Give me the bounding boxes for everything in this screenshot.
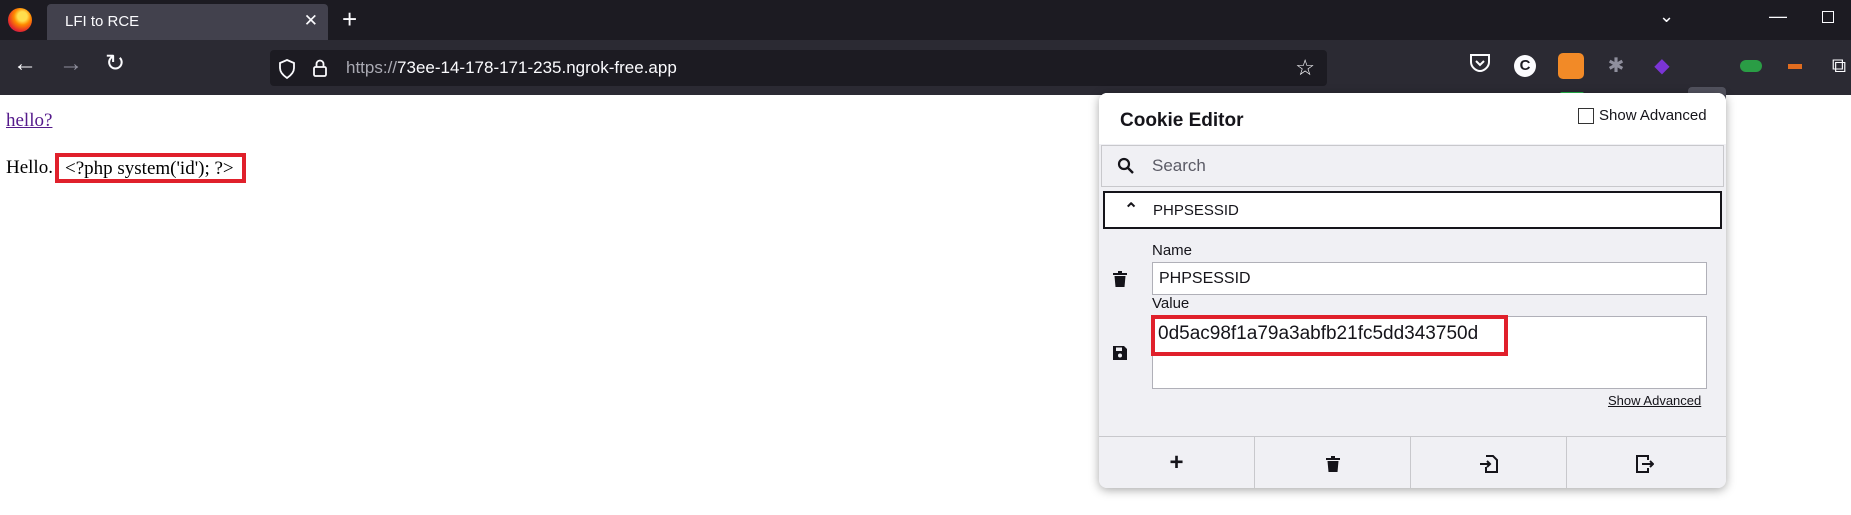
cookie-value-text: 0d5ac98f1a79a3abfb21fc5dd343750d — [1158, 323, 1479, 344]
payload-highlight-box: <?php system('id'); ?> — [55, 153, 246, 183]
import-cookies-button[interactable] — [1411, 437, 1567, 488]
url-bar[interactable]: https://73ee-14-178-171-235.ngrok-free.a… — [270, 50, 1327, 86]
cookie-editor-title: Cookie Editor — [1120, 110, 1244, 131]
extension-toggle-icon[interactable] — [1740, 60, 1762, 72]
cookie-search-input[interactable] — [1150, 155, 1694, 177]
cookie-editor-toolbar: + — [1099, 436, 1726, 488]
url-text[interactable]: https://73ee-14-178-171-235.ngrok-free.a… — [346, 58, 677, 78]
url-protocol: https:// — [346, 58, 398, 77]
import-icon — [1479, 454, 1498, 473]
back-button[interactable]: ← — [13, 52, 37, 76]
cookie-value-field[interactable]: 0d5ac98f1a79a3abfb21fc5dd343750d — [1151, 315, 1707, 389]
navigation-toolbar: ← → ↻ https://73ee-14-178-171-235.ngrok-… — [0, 40, 1851, 127]
export-icon — [1636, 454, 1655, 473]
show-advanced-label[interactable]: Show Advanced — [1599, 107, 1707, 124]
close-tab-icon[interactable]: ✕ — [304, 11, 318, 31]
show-advanced-checkbox[interactable] — [1578, 108, 1594, 124]
extension-c-icon[interactable]: C — [1514, 55, 1536, 77]
minimize-window-button[interactable]: — — [1769, 6, 1787, 27]
cookie-search-bar — [1101, 145, 1724, 187]
hello-text: Hello. — [6, 157, 53, 178]
extension-orange-icon[interactable] — [1788, 64, 1802, 69]
add-cookie-button[interactable]: + — [1099, 437, 1255, 488]
hello-link[interactable]: hello? — [6, 110, 52, 132]
tab-title: LFI to RCE — [65, 13, 140, 30]
tracking-protection-shield-icon[interactable] — [278, 59, 296, 79]
delete-cookie-icon[interactable] — [1113, 271, 1127, 287]
name-label: Name — [1152, 242, 1193, 259]
extension-purple-icon[interactable]: ◆ — [1649, 53, 1675, 79]
chevron-up-icon[interactable]: ⌃ — [1124, 200, 1138, 220]
value-label: Value — [1152, 295, 1190, 312]
cookie-name-field[interactable] — [1152, 262, 1707, 295]
burp-extension-icon[interactable] — [1558, 53, 1584, 79]
firefox-logo-icon[interactable] — [8, 8, 32, 32]
extensions-menu-icon[interactable]: ⧉ — [1826, 53, 1851, 79]
pocket-icon[interactable] — [1467, 53, 1493, 79]
tab-active[interactable]: LFI to RCE ✕ — [47, 4, 328, 40]
extension-puzzle-icon[interactable]: ✱ — [1603, 53, 1629, 79]
search-icon — [1117, 157, 1134, 174]
forward-button[interactable]: → — [59, 52, 83, 76]
export-cookies-button[interactable] — [1567, 437, 1723, 488]
reload-button[interactable]: ↻ — [105, 52, 125, 76]
show-advanced-link[interactable]: Show Advanced — [1608, 393, 1701, 408]
delete-all-cookies-button[interactable] — [1255, 437, 1411, 488]
cookie-item-name: PHPSESSID — [1153, 202, 1239, 219]
trash-icon — [1325, 455, 1340, 472]
cookie-editor-popup: Cookie Editor Show Advanced ⌃ PHPSESSID … — [1099, 93, 1726, 488]
lock-icon[interactable] — [312, 58, 328, 78]
php-payload-text: <?php system('id'); ?> — [65, 158, 234, 179]
save-cookie-icon[interactable] — [1113, 346, 1127, 360]
tab-strip: LFI to RCE ✕ + ⌄ — — [0, 0, 1851, 40]
list-all-tabs-icon[interactable]: ⌄ — [1659, 6, 1674, 27]
plus-icon: + — [1169, 449, 1184, 476]
cookie-item-header[interactable]: ⌃ PHPSESSID — [1103, 191, 1722, 229]
url-host: 73ee-14-178-171-235.ngrok-free.app — [397, 58, 677, 77]
cookie-editor-header: Cookie Editor Show Advanced — [1099, 93, 1726, 144]
bookmark-star-icon[interactable]: ☆ — [1295, 55, 1315, 81]
restore-window-icon[interactable] — [1822, 11, 1834, 23]
new-tab-button[interactable]: + — [342, 6, 357, 32]
